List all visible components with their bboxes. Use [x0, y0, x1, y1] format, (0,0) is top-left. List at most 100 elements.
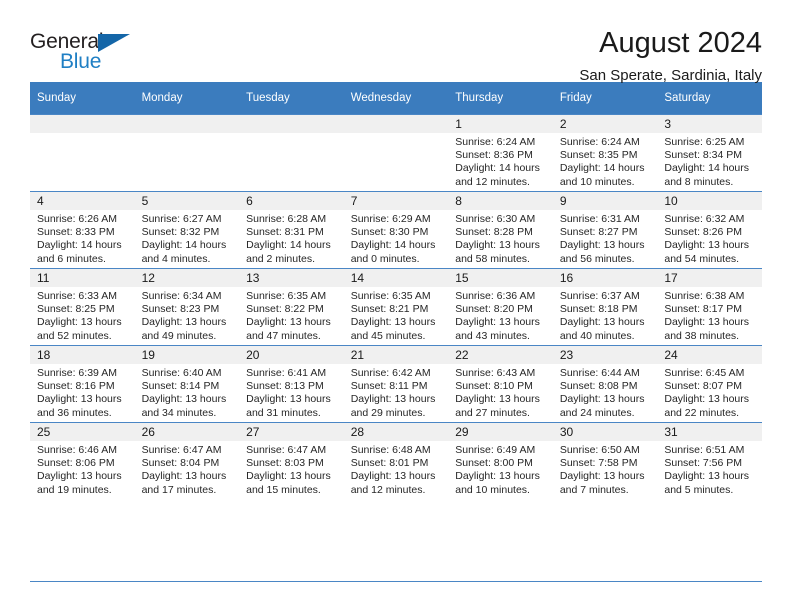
- calendar-day-cell[interactable]: 11 Sunrise: 6:33 AM Sunset: 8:25 PM Dayligh…: [30, 268, 135, 346]
- sunset-text: Sunset: 8:17 PM: [664, 303, 743, 316]
- sunset-text: Sunset: 7:56 PM: [664, 457, 743, 470]
- daylight-text-line1: Daylight: 14 hours: [559, 162, 645, 175]
- calendar-day-cell[interactable]: 3 Sunrise: 6:25 AM Sunset: 8:34 PM Daylight…: [657, 114, 762, 192]
- calendar-day-cell[interactable]: 6 Sunrise: 6:28 AM Sunset: 8:31 PM Daylight…: [239, 191, 344, 269]
- day-number: [343, 115, 449, 133]
- calendar-cell-empty: [343, 114, 449, 192]
- calendar-day-cell[interactable]: 31 Sunrise: 6:51 AM Sunset: 7:56 PM Dayligh…: [657, 422, 762, 499]
- weekday-header-sunday: Sunday: [30, 82, 135, 115]
- day-number: 22: [448, 346, 553, 364]
- calendar-day-cell[interactable]: 9 Sunrise: 6:31 AM Sunset: 8:27 PM Daylight…: [552, 191, 658, 269]
- daylight-text-line1: Daylight: 13 hours: [141, 393, 227, 406]
- daylight-text-line2: and 47 minutes.: [246, 329, 321, 342]
- sunset-text: Sunset: 8:31 PM: [246, 226, 324, 239]
- sunset-text: Sunset: 8:04 PM: [141, 457, 220, 470]
- calendar-day-cell[interactable]: 8 Sunrise: 6:30 AM Sunset: 8:28 PM Daylight…: [448, 191, 553, 269]
- daylight-text-line2: and 2 minutes.: [246, 252, 316, 265]
- calendar-day-cell[interactable]: 30 Sunrise: 6:50 AM Sunset: 7:58 PM Dayligh…: [552, 422, 658, 499]
- day-number: 29: [448, 423, 553, 441]
- sunrise-text: Sunrise: 6:41 AM: [246, 367, 327, 379]
- sunset-text: Sunset: 8:33 PM: [37, 226, 115, 239]
- sunset-text: Sunset: 8:00 PM: [455, 457, 533, 470]
- day-number: 1: [448, 115, 553, 133]
- calendar-cell-empty: [134, 114, 240, 192]
- calendar-day-cell[interactable]: 5 Sunrise: 6:27 AM Sunset: 8:32 PM Daylight…: [134, 191, 240, 269]
- calendar-day-cell[interactable]: 24 Sunrise: 6:45 AM Sunset: 8:07 PM Dayligh…: [657, 345, 762, 423]
- calendar-day-cell[interactable]: 13 Sunrise: 6:35 AM Sunset: 8:22 PM Dayligh…: [239, 268, 344, 346]
- calendar-day-cell[interactable]: 21 Sunrise: 6:42 AM Sunset: 8:11 PM Dayligh…: [343, 345, 449, 423]
- daylight-text-line1: Daylight: 14 hours: [350, 239, 436, 252]
- calendar-day-cell[interactable]: 28 Sunrise: 6:48 AM Sunset: 8:01 PM Dayligh…: [343, 422, 449, 499]
- page-header: General Blue August 2024 San Sperate, Sa…: [30, 0, 762, 84]
- calendar-day-cell[interactable]: 22 Sunrise: 6:43 AM Sunset: 8:10 PM Dayligh…: [448, 345, 553, 423]
- day-number: 26: [134, 423, 240, 441]
- calendar-day-cell[interactable]: 15 Sunrise: 6:36 AM Sunset: 8:20 PM Dayligh…: [448, 268, 553, 346]
- calendar-day-cell[interactable]: 23 Sunrise: 6:44 AM Sunset: 8:08 PM Dayligh…: [552, 345, 658, 423]
- day-details: Sunrise: 6:50 AM Sunset: 7:58 PM Daylight:…: [553, 441, 658, 497]
- day-details: Sunrise: 6:37 AM Sunset: 8:18 PM Daylight:…: [553, 287, 658, 343]
- sunset-text: Sunset: 8:34 PM: [664, 149, 743, 162]
- daylight-text-line2: and 54 minutes.: [664, 252, 740, 265]
- calendar-day-cell[interactable]: 14 Sunrise: 6:35 AM Sunset: 8:21 PM Dayligh…: [343, 268, 449, 346]
- sunset-text: Sunset: 8:03 PM: [246, 457, 324, 470]
- daylight-text-line1: Daylight: 13 hours: [559, 239, 645, 252]
- day-number: 3: [657, 115, 762, 133]
- sunrise-text: Sunrise: 6:47 AM: [141, 444, 222, 456]
- sunrise-text: Sunrise: 6:30 AM: [455, 213, 536, 225]
- day-number: 20: [239, 346, 344, 364]
- weekday-header-thursday: Thursday: [448, 82, 553, 115]
- sunset-text: Sunset: 8:01 PM: [350, 457, 429, 470]
- calendar-day-cell[interactable]: 4 Sunrise: 6:26 AM Sunset: 8:33 PM Daylight…: [30, 191, 135, 269]
- daylight-text-line1: Daylight: 13 hours: [350, 316, 436, 329]
- day-number: 28: [343, 423, 449, 441]
- calendar-page: General Blue August 2024 San Sperate, Sa…: [0, 0, 792, 612]
- calendar-day-cell[interactable]: 16 Sunrise: 6:37 AM Sunset: 8:18 PM Dayligh…: [552, 268, 658, 346]
- calendar-day-cell[interactable]: 25 Sunrise: 6:46 AM Sunset: 8:06 PM Dayligh…: [30, 422, 135, 499]
- sunset-text: Sunset: 8:30 PM: [350, 226, 429, 239]
- calendar-day-cell[interactable]: 26 Sunrise: 6:47 AM Sunset: 8:04 PM Dayligh…: [134, 422, 240, 499]
- sunrise-text: Sunrise: 6:34 AM: [141, 290, 222, 302]
- weekday-header-monday: Monday: [134, 82, 240, 115]
- calendar-day-cell[interactable]: 7 Sunrise: 6:29 AM Sunset: 8:30 PM Daylight…: [343, 191, 449, 269]
- sunset-text: Sunset: 8:16 PM: [37, 380, 115, 393]
- daylight-text-line1: Daylight: 13 hours: [455, 393, 540, 406]
- day-details: Sunrise: 6:49 AM Sunset: 8:00 PM Daylight:…: [448, 441, 553, 497]
- day-number: 30: [552, 423, 658, 441]
- day-details: Sunrise: 6:25 AM Sunset: 8:34 PM Daylight:…: [657, 133, 762, 189]
- sunset-text: Sunset: 8:20 PM: [455, 303, 533, 316]
- daylight-text-line2: and 6 minutes.: [37, 252, 106, 265]
- calendar-week-row: 4 Sunrise: 6:26 AM Sunset: 8:33 PM Daylight…: [30, 191, 762, 269]
- daylight-text-line1: Daylight: 13 hours: [664, 239, 750, 252]
- calendar-day-cell[interactable]: 2 Sunrise: 6:24 AM Sunset: 8:35 PM Daylight…: [552, 114, 658, 192]
- day-details: Sunrise: 6:48 AM Sunset: 8:01 PM Daylight:…: [344, 441, 449, 497]
- day-number: 21: [343, 346, 449, 364]
- calendar-week-row: 18 Sunrise: 6:39 AM Sunset: 8:16 PM Dayligh…: [30, 345, 762, 423]
- calendar-day-cell[interactable]: 19 Sunrise: 6:40 AM Sunset: 8:14 PM Dayligh…: [134, 345, 240, 423]
- daylight-text-line2: and 40 minutes.: [559, 329, 635, 342]
- calendar-day-cell[interactable]: 10 Sunrise: 6:32 AM Sunset: 8:26 PM Dayligh…: [657, 191, 762, 269]
- day-details: Sunrise: 6:32 AM Sunset: 8:26 PM Daylight:…: [657, 210, 762, 266]
- daylight-text-line2: and 29 minutes.: [350, 406, 426, 419]
- calendar-day-cell[interactable]: 20 Sunrise: 6:41 AM Sunset: 8:13 PM Dayligh…: [239, 345, 344, 423]
- calendar-day-cell[interactable]: 17 Sunrise: 6:38 AM Sunset: 8:17 PM Dayligh…: [657, 268, 762, 346]
- general-blue-logo[interactable]: General Blue: [30, 26, 150, 82]
- daylight-text-line1: Daylight: 13 hours: [350, 470, 436, 483]
- calendar-day-cell[interactable]: 18 Sunrise: 6:39 AM Sunset: 8:16 PM Dayligh…: [30, 345, 135, 423]
- sunset-text: Sunset: 7:58 PM: [559, 457, 638, 470]
- daylight-text-line1: Daylight: 13 hours: [246, 470, 331, 483]
- calendar-day-cell[interactable]: 29 Sunrise: 6:49 AM Sunset: 8:00 PM Dayligh…: [448, 422, 553, 499]
- day-details: Sunrise: 6:45 AM Sunset: 8:07 PM Daylight:…: [657, 364, 762, 420]
- daylight-text-line1: Daylight: 13 hours: [559, 393, 645, 406]
- triangle-flag-icon: [98, 34, 130, 52]
- sunset-text: Sunset: 8:21 PM: [350, 303, 429, 316]
- calendar-day-cell[interactable]: 27 Sunrise: 6:47 AM Sunset: 8:03 PM Dayligh…: [239, 422, 344, 499]
- calendar-day-cell[interactable]: 12 Sunrise: 6:34 AM Sunset: 8:23 PM Dayligh…: [134, 268, 240, 346]
- daylight-text-line2: and 49 minutes.: [141, 329, 217, 342]
- daylight-text-line2: and 34 minutes.: [141, 406, 217, 419]
- logo-text-blue: Blue: [60, 50, 102, 73]
- sunrise-text: Sunrise: 6:50 AM: [559, 444, 640, 456]
- calendar-day-cell[interactable]: 1 Sunrise: 6:24 AM Sunset: 8:36 PM Daylight…: [448, 114, 553, 192]
- sunset-text: Sunset: 8:26 PM: [664, 226, 743, 239]
- day-details: Sunrise: 6:24 AM Sunset: 8:36 PM Daylight:…: [448, 133, 553, 189]
- daylight-text-line2: and 17 minutes.: [141, 483, 217, 496]
